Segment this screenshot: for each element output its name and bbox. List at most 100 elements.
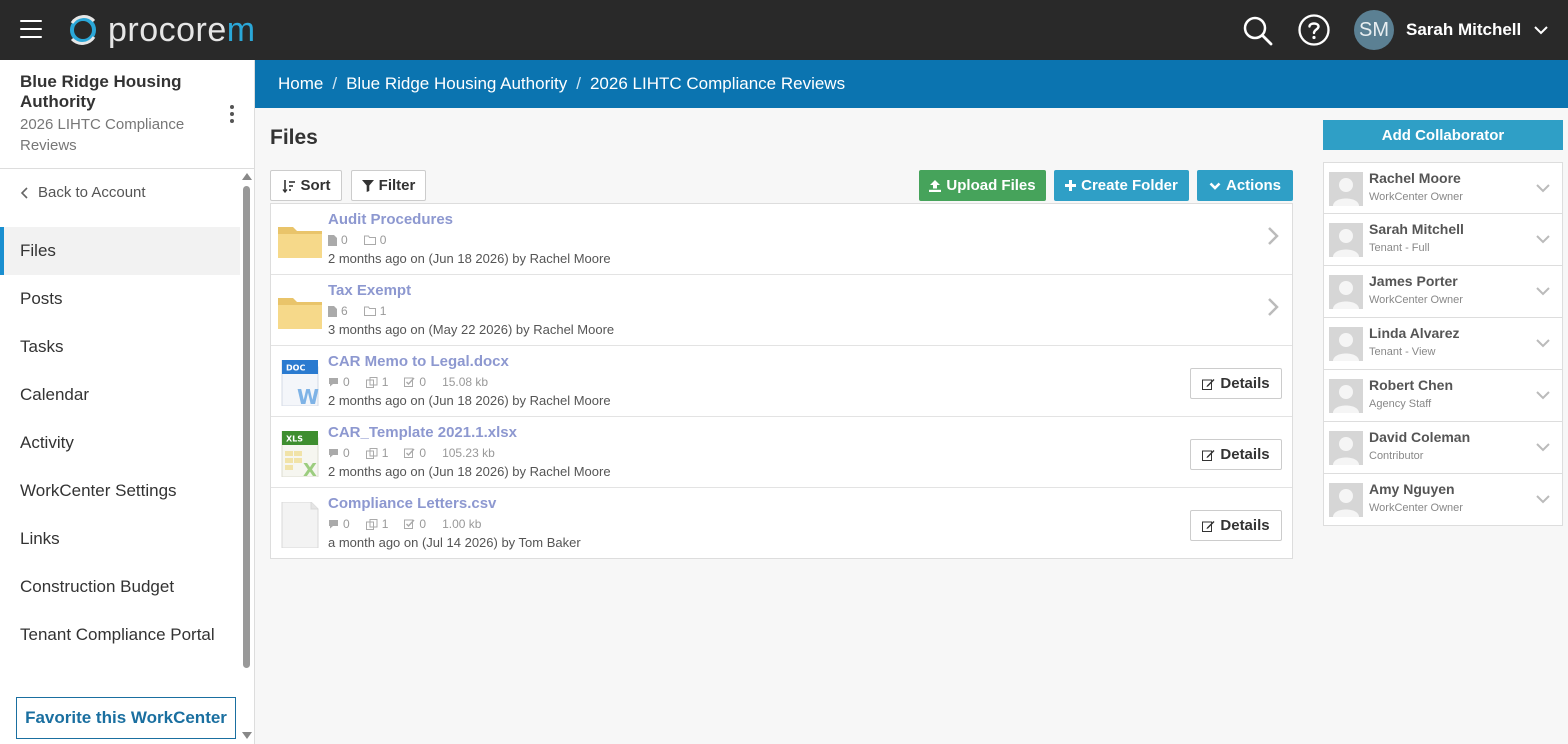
scroll-up-arrow-icon[interactable] <box>242 173 252 180</box>
sidebar-item-tasks[interactable]: Tasks <box>0 323 240 371</box>
collaborator-item[interactable]: Amy Nguyen WorkCenter Owner <box>1323 474 1563 526</box>
collaborator-name: Linda Alvarez <box>1369 325 1460 341</box>
collaborator-item[interactable]: Robert Chen Agency Staff <box>1323 370 1563 422</box>
filter-button[interactable]: Filter <box>351 170 426 201</box>
user-avatar: SM <box>1354 10 1394 50</box>
file-row[interactable]: XLS X CAR_Template 2021.1.xlsx 0 1 0 105… <box>271 417 1292 488</box>
breadcrumb-home[interactable]: Home <box>278 74 323 94</box>
versions-icon <box>365 447 378 459</box>
folder-count: 1 <box>379 304 387 318</box>
add-collaborator-button[interactable]: Add Collaborator <box>1323 120 1563 150</box>
details-button[interactable]: Details <box>1190 510 1282 541</box>
file-meta: 0 0 <box>328 233 402 247</box>
chevron-down-icon[interactable] <box>1535 493 1551 505</box>
file-list: Audit Procedures 0 0 2 months ago on (Ju… <box>270 203 1293 559</box>
file-date: 2 months ago on (Jun 18 2026) by Rachel … <box>328 251 611 266</box>
sort-icon <box>281 179 295 193</box>
kebab-menu-icon[interactable] <box>225 104 239 124</box>
favorite-workcenter-button[interactable]: Favorite this WorkCenter <box>16 697 236 739</box>
details-label: Details <box>1220 446 1270 463</box>
file-name-link[interactable]: Audit Procedures <box>328 211 453 228</box>
scroll-down-arrow-icon[interactable] <box>242 732 252 739</box>
breadcrumb-company[interactable]: Blue Ridge Housing Authority <box>346 74 567 94</box>
scrollbar-thumb[interactable] <box>243 186 250 668</box>
file-count: 0 <box>341 233 348 247</box>
sort-button[interactable]: Sort <box>270 170 342 201</box>
chevron-right-icon[interactable] <box>1266 226 1280 246</box>
back-to-account-link[interactable]: Back to Account <box>20 184 146 201</box>
details-button[interactable]: Details <box>1190 368 1282 399</box>
collaborator-role: WorkCenter Owner <box>1369 191 1463 203</box>
chevron-down-icon <box>1534 26 1548 35</box>
file-row[interactable]: DOC W CAR Memo to Legal.docx 0 1 0 15.08… <box>271 346 1292 417</box>
file-size: 105.23 kb <box>442 446 495 460</box>
chevron-left-icon <box>20 186 28 199</box>
actions-label: Actions <box>1225 177 1281 194</box>
task-count: 0 <box>419 375 427 389</box>
sidebar-item-files[interactable]: Files <box>0 227 240 275</box>
file-row[interactable]: Compliance Letters.csv 0 1 0 1.00 kb a m… <box>271 488 1292 559</box>
sidebar-item-calendar[interactable]: Calendar <box>0 371 240 419</box>
comment-count: 0 <box>343 446 350 460</box>
file-name-link[interactable]: Compliance Letters.csv <box>328 495 496 512</box>
actions-button[interactable]: Actions <box>1197 170 1293 201</box>
collaborator-name: Rachel Moore <box>1369 170 1461 186</box>
create-folder-label: Create Folder <box>1081 177 1178 194</box>
comment-icon <box>329 449 338 458</box>
file-name-link[interactable]: CAR_Template 2021.1.xlsx <box>328 424 517 441</box>
collaborator-name: Sarah Mitchell <box>1369 221 1464 237</box>
file-meta: 6 1 <box>328 304 402 318</box>
chevron-down-icon[interactable] <box>1535 285 1551 297</box>
left-sidebar: Blue Ridge Housing Authority 2026 LIHTC … <box>0 60 255 744</box>
hamburger-menu-icon[interactable] <box>20 20 42 38</box>
avatar-placeholder-icon <box>1329 379 1363 413</box>
upload-files-button[interactable]: Upload Files <box>919 170 1046 201</box>
folder-icon <box>278 298 322 329</box>
chevron-down-icon[interactable] <box>1535 182 1551 194</box>
chevron-down-icon[interactable] <box>1535 233 1551 245</box>
collaborator-role: Tenant - Full <box>1369 242 1430 254</box>
comment-count: 0 <box>343 517 350 531</box>
excel-spreadsheet-icon: XLS X <box>281 431 319 477</box>
collaborator-item[interactable]: James Porter WorkCenter Owner <box>1323 266 1563 318</box>
comment-count: 0 <box>343 375 350 389</box>
chevron-right-icon[interactable] <box>1266 297 1280 317</box>
sidebar-item-posts[interactable]: Posts <box>0 275 240 323</box>
sidebar-item-links[interactable]: Links <box>0 515 240 563</box>
generic-file-icon <box>281 502 319 548</box>
collaborator-item[interactable]: Linda Alvarez Tenant - View <box>1323 318 1563 370</box>
top-bar: procorem SM Sarah Mitchell <box>0 0 1568 60</box>
doc-badge: DOC <box>286 364 305 373</box>
upload-icon <box>929 179 942 192</box>
collaborator-item[interactable]: Sarah Mitchell Tenant - Full <box>1323 214 1563 266</box>
procore-logo-icon <box>70 15 96 45</box>
details-label: Details <box>1220 375 1270 392</box>
user-menu[interactable]: SM Sarah Mitchell <box>1354 10 1549 50</box>
sidebar-scrollbar[interactable] <box>241 170 253 744</box>
collaborator-item[interactable]: Rachel Moore WorkCenter Owner <box>1323 162 1563 214</box>
chevron-down-icon[interactable] <box>1535 389 1551 401</box>
file-name-link[interactable]: CAR Memo to Legal.docx <box>328 353 509 370</box>
help-icon[interactable] <box>1297 13 1331 47</box>
details-button[interactable]: Details <box>1190 439 1282 470</box>
sidebar-item-tenant-compliance-portal[interactable]: Tenant Compliance Portal <box>0 611 240 659</box>
chevron-down-icon[interactable] <box>1535 441 1551 453</box>
sidebar-item-workcenter-settings[interactable]: WorkCenter Settings <box>0 467 240 515</box>
divider <box>0 168 254 169</box>
user-name: Sarah Mitchell <box>1406 20 1522 39</box>
file-name-link[interactable]: Tax Exempt <box>328 282 411 299</box>
file-date: a month ago on (Jul 14 2026) by Tom Bake… <box>328 535 581 550</box>
file-row[interactable]: Tax Exempt 6 1 3 months ago on (May 22 2… <box>271 275 1292 346</box>
collaborator-item[interactable]: David Coleman Contributor <box>1323 422 1563 474</box>
sidebar-nav: Files Posts Tasks Calendar Activity Work… <box>0 227 240 659</box>
chevron-down-icon[interactable] <box>1535 337 1551 349</box>
file-row[interactable]: Audit Procedures 0 0 2 months ago on (Ju… <box>271 204 1292 275</box>
sidebar-item-construction-budget[interactable]: Construction Budget <box>0 563 240 611</box>
sidebar-item-activity[interactable]: Activity <box>0 419 240 467</box>
breadcrumb-project[interactable]: 2026 LIHTC Compliance Reviews <box>590 74 845 94</box>
search-icon[interactable] <box>1242 15 1274 47</box>
create-folder-button[interactable]: Create Folder <box>1054 170 1189 201</box>
task-count: 0 <box>419 446 427 460</box>
procore-logo[interactable]: procorem <box>66 12 256 48</box>
avatar-placeholder-icon <box>1329 483 1363 517</box>
